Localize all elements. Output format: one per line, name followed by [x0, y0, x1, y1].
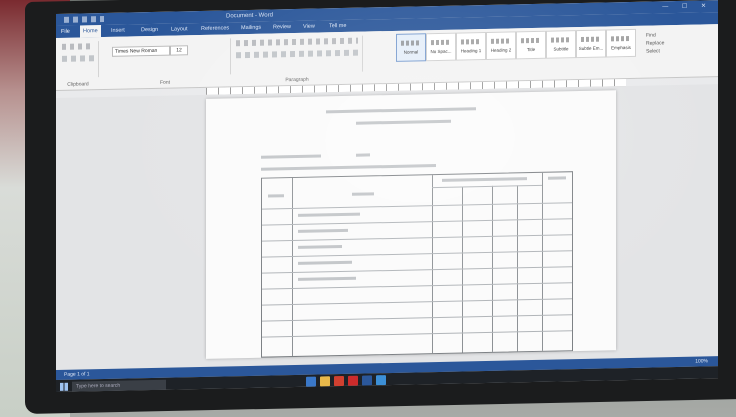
browser-icon[interactable]	[334, 375, 344, 387]
table-row-text	[298, 212, 360, 217]
paragraph-group[interactable]: Paragraph	[232, 35, 363, 83]
table-divider	[292, 178, 293, 357]
table-row-text	[298, 228, 348, 233]
editing-group[interactable]: Find Replace Select	[646, 31, 664, 55]
document-area	[56, 84, 718, 370]
style-normal[interactable]: Normal	[396, 33, 426, 62]
table-divider	[432, 175, 433, 354]
table-header-cell	[442, 177, 527, 182]
page-count: Page 1 of 1	[64, 371, 90, 378]
tab-insert[interactable]: Insert	[108, 24, 128, 36]
table-row-line	[262, 218, 572, 226]
field-line-1	[261, 154, 321, 159]
styles-gallery[interactable]: Normal No Spac... Heading 1 Heading 2 Ti…	[396, 28, 636, 64]
store-icon[interactable]	[376, 375, 386, 386]
table-row-line	[262, 234, 572, 242]
table-row-line	[262, 250, 572, 258]
table-divider	[432, 184, 542, 189]
table-header-bottom	[262, 202, 572, 210]
style-heading-2[interactable]: Heading 2	[486, 31, 516, 60]
tab-review[interactable]: Review	[270, 21, 294, 34]
table-row-text	[298, 276, 356, 281]
tab-home[interactable]: Home	[80, 25, 101, 38]
document-page[interactable]	[206, 90, 616, 359]
field-value-1	[356, 153, 370, 157]
tab-view[interactable]: View	[300, 21, 318, 33]
font-group-label: Font	[159, 79, 170, 86]
table-row-text	[298, 260, 352, 265]
table-row-text	[298, 245, 342, 249]
tab-file[interactable]: File	[58, 25, 82, 38]
clipboard-group-label: Clipboard	[67, 81, 89, 88]
table-row-line	[262, 266, 572, 274]
font-name-select[interactable]: Times New Roman	[112, 45, 170, 57]
window-controls[interactable]: — ☐ ✕	[662, 0, 712, 13]
table-header-cell	[548, 176, 566, 180]
style-no-spacing[interactable]: No Spac...	[426, 32, 456, 62]
table-header-cell	[352, 192, 374, 196]
table-header-cell	[268, 194, 284, 198]
window-title: Document - Word	[226, 12, 273, 20]
table-row-line	[262, 282, 572, 290]
table-row-line	[262, 314, 572, 322]
font-size-select[interactable]: 12	[170, 45, 188, 56]
style-title[interactable]: Title	[516, 30, 546, 60]
task-view-icon[interactable]	[306, 376, 316, 387]
table-row-line	[262, 330, 572, 338]
table-row-line	[262, 298, 572, 306]
taskbar-search-box[interactable]: Type here to search	[72, 379, 166, 392]
app-icon[interactable]	[348, 375, 358, 386]
heading-line-1	[326, 107, 476, 114]
heading-line-2	[356, 119, 451, 125]
word-taskbar-icon[interactable]	[362, 375, 372, 386]
style-heading-1[interactable]: Heading 1	[456, 31, 486, 61]
style-subtitle[interactable]: Subtitle	[546, 30, 576, 59]
paragraph-icons	[236, 37, 358, 69]
select-button[interactable]: Select	[646, 47, 664, 55]
tab-mailings[interactable]: Mailings	[238, 22, 264, 35]
quick-access-toolbar[interactable]	[64, 15, 104, 23]
file-explorer-icon[interactable]	[320, 376, 330, 387]
clipboard-group[interactable]: Clipboard	[58, 41, 99, 88]
windows-start-icon[interactable]	[60, 382, 68, 391]
style-subtle-emphasis[interactable]: Subtle Em...	[576, 29, 606, 59]
clipboard-icons	[62, 43, 94, 72]
paragraph-group-label: Paragraph	[285, 76, 309, 84]
replace-button[interactable]: Replace	[646, 39, 664, 47]
zoom-level[interactable]: 100%	[695, 356, 708, 366]
tab-layout[interactable]: Layout	[168, 23, 191, 35]
document-table[interactable]	[261, 171, 573, 358]
style-emphasis[interactable]: Emphasis	[606, 28, 636, 58]
font-group[interactable]: Times New Roman 12 Font	[100, 38, 231, 86]
laptop-screen: Document - Word — ☐ ✕ File Home Insert D…	[56, 0, 718, 392]
tab-design[interactable]: Design	[138, 24, 161, 36]
tab-references[interactable]: References	[198, 22, 232, 35]
table-divider	[542, 172, 543, 351]
tab-tell-me[interactable]: Tell me	[326, 20, 349, 32]
field-line-2	[261, 164, 436, 171]
